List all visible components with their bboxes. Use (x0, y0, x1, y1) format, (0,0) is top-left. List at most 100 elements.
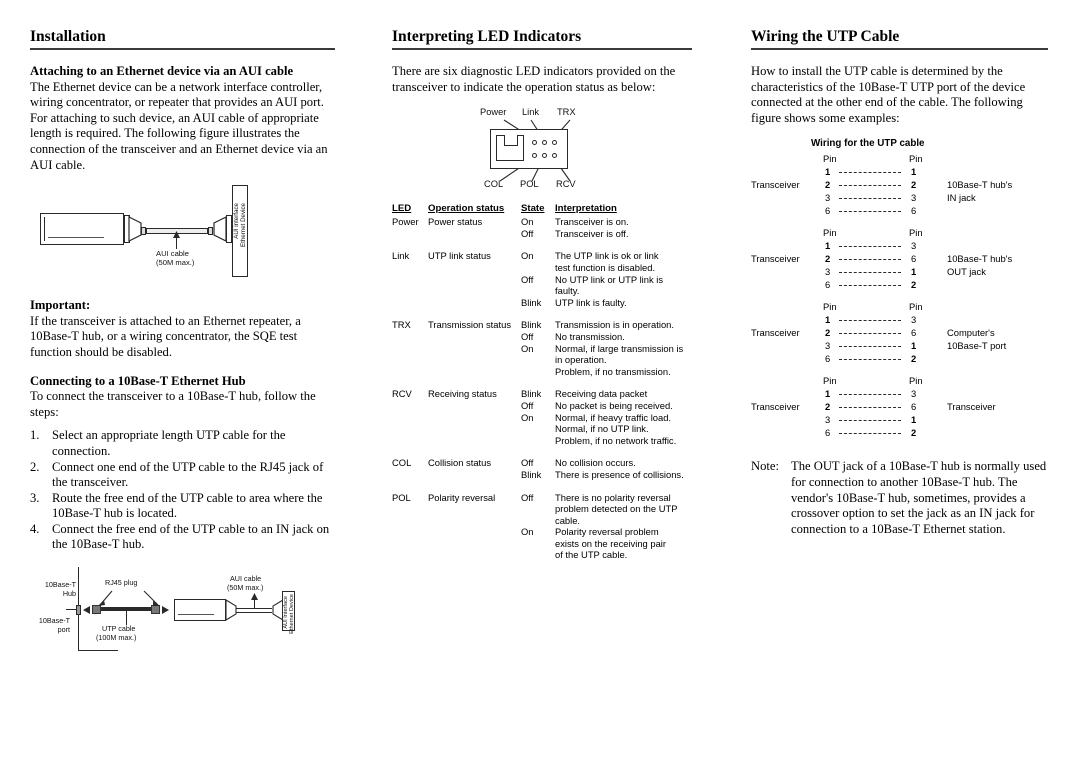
interpretation-line: Transceiver is on. (555, 216, 629, 228)
cell-state: Off (521, 273, 534, 285)
column-led-indicators: Interpreting LED Indicators There are si… (392, 28, 697, 561)
row-spacer (392, 377, 697, 388)
utp-cable-label-line2: (100M max.) (96, 633, 137, 643)
hub-wall-bottom (78, 650, 118, 652)
cell-interpretation: Normal, if large transmission is in oper… (555, 343, 701, 378)
note-text: The OUT jack of a 10Base-T hub is normal… (791, 459, 1047, 536)
pin-pair-row: 13 (751, 388, 1051, 400)
cell-state: On (521, 411, 534, 423)
step-text: Select an appropriate length UTP cable f… (52, 428, 286, 458)
state-row: Off No collision occurs. (392, 457, 697, 469)
state-row: Off Transceiver is off. (392, 228, 697, 240)
pin-right: 3 (911, 388, 917, 400)
cell-state: Off (521, 330, 534, 342)
step-number: 3. (30, 490, 40, 505)
paragraph-connecting-hub: To connect the transceiver to a 10Base-T… (30, 389, 316, 419)
pin-connector-line (839, 246, 901, 248)
transceiver-body-2 (174, 599, 226, 622)
table-header-row: LED Operation status State Interpretatio… (392, 203, 697, 216)
pin-pair-row: 62 (751, 279, 1051, 291)
cell-state: On (521, 526, 534, 538)
table-row: TRX Transmission status Blink Transmissi… (392, 319, 697, 377)
cell-interpretation: Receiving data packet (555, 388, 701, 400)
pin-pair-row: 33 (751, 192, 1051, 204)
paragraph-attaching-aui: The Ethernet device can be a network int… (30, 79, 328, 172)
pin-right: 3 (911, 240, 917, 252)
cell-state: On (521, 342, 534, 354)
ethernet-device-label-line2: Ethernet Device (240, 203, 247, 248)
column-header-led: LED (392, 203, 412, 215)
state-row: On Transceiver is on. (392, 216, 697, 228)
cell-interpretation: No transmission. (555, 331, 701, 343)
led-label-col: COL (484, 179, 504, 190)
hub-label-line2: Hub (62, 589, 76, 599)
ethernet-device-label-line1: AUI interface (233, 203, 240, 239)
cell-state: Blink (521, 296, 542, 308)
state-row: Off No transmission. (392, 331, 697, 343)
column-header-operation-status: Operation status (428, 203, 505, 215)
list-item: 3. Route the free end of the UTP cable to… (30, 491, 335, 522)
aui-cable-label-line2: (50M max.) (156, 258, 195, 268)
cell-interpretation: Polarity reversal problem exists on the … (555, 526, 701, 561)
pin-left: 2 (825, 253, 831, 265)
transceiver-face-line (48, 237, 104, 239)
state-row: Off No packet is being received. (392, 400, 697, 412)
figure-hub-connection: 10Base-T Hub 10Base-T port RJ45 plug UTP… (30, 567, 335, 662)
pin-header-left: Pin (823, 375, 837, 387)
pin-right: 1 (911, 414, 917, 426)
pin-connector-line (839, 320, 901, 322)
state-row: On The UTP link is ok or link test funct… (392, 250, 697, 273)
state-row: Blink UTP link is faulty. (392, 297, 697, 309)
interpretation-line: No UTP link or UTP link is (555, 273, 664, 285)
cell-interpretation: UTP link is faulty. (555, 297, 701, 309)
pin-pair-row: 13 (751, 314, 1051, 326)
utp-cable-leader (126, 611, 128, 626)
interpretation-line: No transmission. (555, 330, 625, 342)
rj45-plug-label: RJ45 plug (105, 578, 138, 588)
pin-header-right: Pin (909, 301, 923, 313)
pin-connector-line (839, 433, 901, 435)
ethernet-device-label2-line2: Ethernet Device (289, 594, 295, 634)
pin-left: 6 (825, 353, 831, 365)
aui-cable-leader-arrow (173, 231, 180, 239)
pin-connector-line (839, 172, 901, 174)
pin-connector-line (839, 359, 901, 361)
pin-pair-row: 31 (751, 266, 1051, 278)
state-row: Blink Transmission is in operation. (392, 319, 697, 331)
list-item: 4. Connect the free end of the UTP cable … (30, 522, 335, 553)
paragraph-important: If the transceiver is attached to an Eth… (30, 313, 301, 359)
state-row: Off There is no polarity reversal proble… (392, 492, 697, 527)
wiring-block: Pin Pin Transceiver Transceiver 13 26 31… (751, 375, 1051, 447)
led-label-pol: POL (520, 179, 539, 190)
transceiver-face-line-2 (178, 614, 214, 616)
pin-pair-row: 62 (751, 427, 1051, 439)
pin-connector-line (839, 198, 901, 200)
pin-connector-line (839, 211, 901, 213)
pin-left: 6 (825, 279, 831, 291)
cell-state: On (521, 216, 534, 228)
pin-connector-line (839, 407, 901, 409)
pin-pair-row: 62 (751, 353, 1051, 365)
interpretation-line: No collision occurs. (555, 457, 636, 469)
pin-pair-row: 66 (751, 205, 1051, 217)
step-number: 1. (30, 428, 40, 443)
interpretation-line: Transceiver is off. (555, 227, 629, 239)
cell-state: Off (521, 227, 534, 239)
hub-port-jack (76, 605, 81, 616)
state-group: On The UTP link is ok or link test funct… (392, 250, 697, 308)
step-text: Connect one end of the UTP cable to the … (52, 459, 324, 490)
rj45-jack-icon (496, 135, 524, 162)
interpretation-line: exists on the receiving pair (555, 537, 666, 549)
interpretation-line: Normal, if no UTP link. (555, 423, 649, 435)
pin-connector-line (839, 272, 901, 274)
steps-list: 1. Select an appropriate length UTP cable… (30, 428, 335, 553)
interpretation-line: of the UTP cable. (555, 549, 628, 561)
pin-pair-row: 31 (751, 340, 1051, 352)
led-label-rcv: RCV (556, 179, 576, 190)
wiring-figure-title: Wiring for the UTP cable (811, 138, 925, 150)
state-group: Off No collision occurs. Blink There is … (392, 457, 697, 480)
pin-right: 6 (911, 327, 917, 339)
cell-state: Off (521, 399, 534, 411)
interpretation-line: cable. (555, 514, 581, 526)
